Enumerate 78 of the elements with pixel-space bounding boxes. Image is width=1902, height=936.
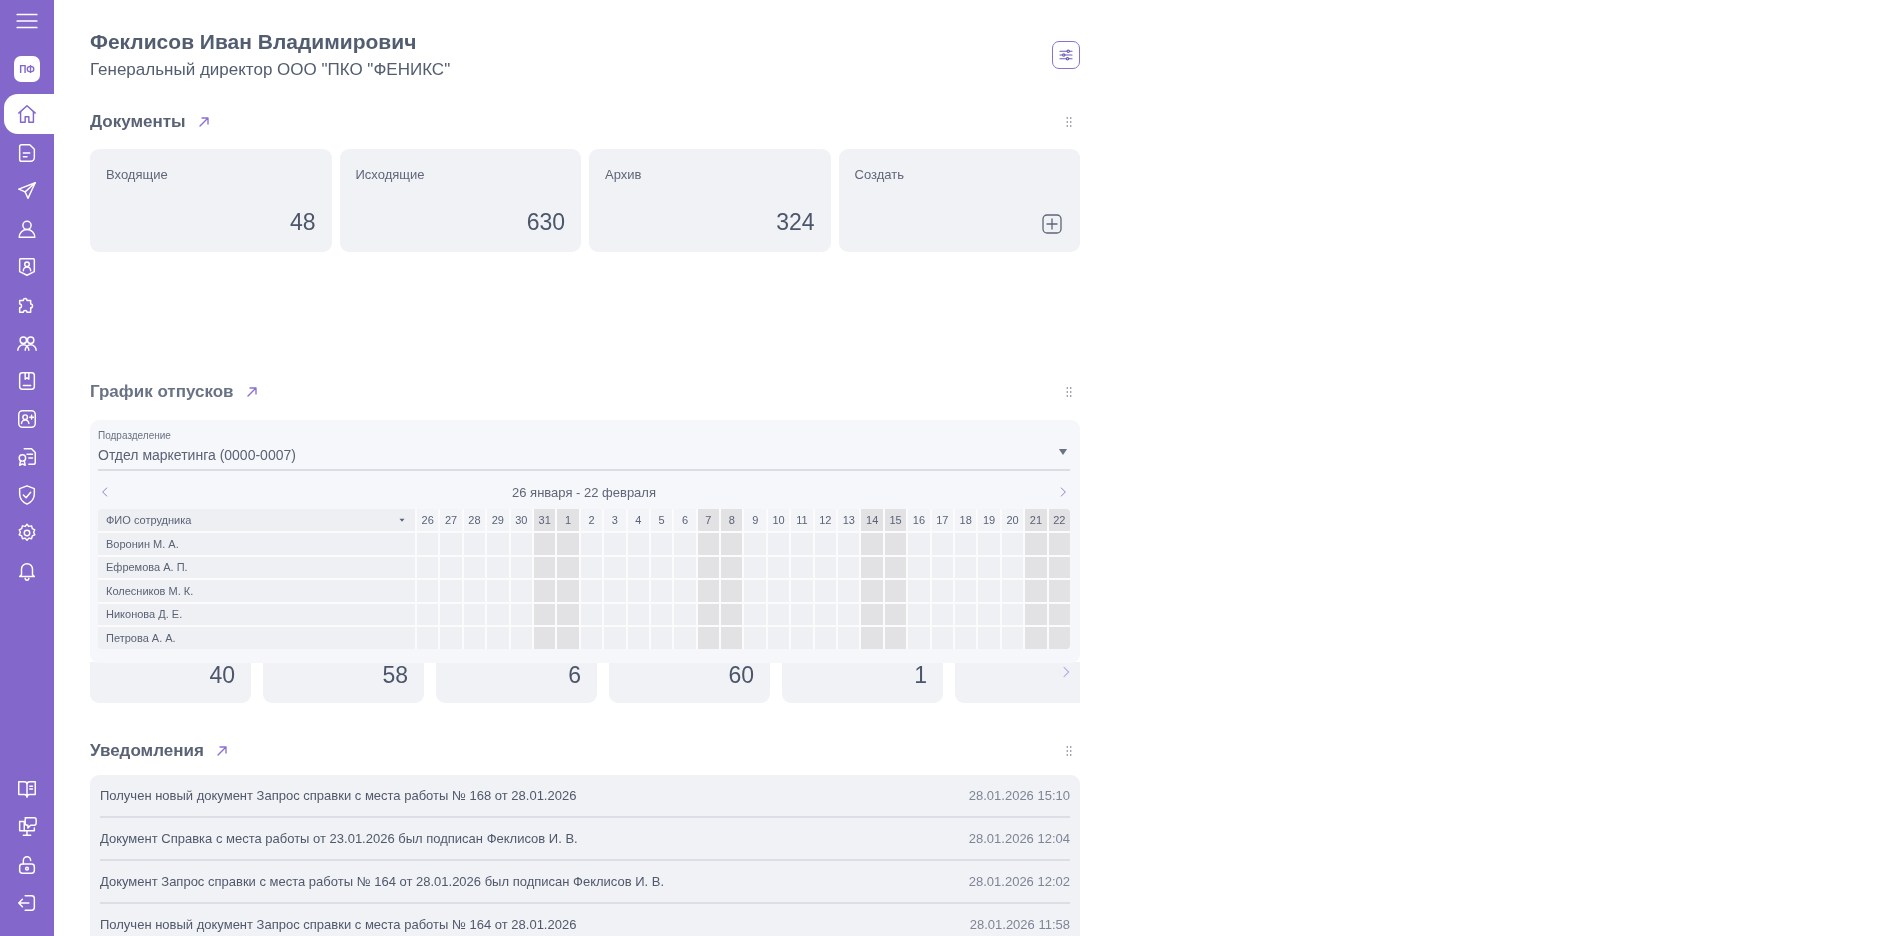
period-label: 26 января - 22 февраля [512,484,656,500]
card-count: 324 [776,209,815,236]
card-count: 60 [728,662,754,689]
employee-name: Петрова А. А. [98,627,415,649]
card-label: Создать [854,167,905,182]
notification-item[interactable]: Документ Запрос справки с места работы № 164 от 28.01.2026 был подписан Феклисов И. В. 28.01.2026 12:02 [100,861,1070,904]
document-card[interactable]: Архив 324 [589,149,831,252]
card-label: Исходящие [355,167,426,182]
day-header: 14 [861,509,883,531]
field-value: Отдел маркетинга (0000-0007) [98,447,296,463]
card-count: 40 [209,662,235,689]
notification-time: 28.01.2026 11:58 [969,917,1070,932]
day-header: 13 [838,509,860,531]
day-header: 20 [1001,509,1024,531]
notification-text: Документ Запрос справки с места работы № 164 от 28.01.2026 был подписан Феклисов И. В. [100,874,665,889]
day-header: 27 [440,509,462,531]
user-card[interactable]: 6 [436,662,597,703]
day-header: 18 [955,509,977,531]
day-header: 2 [580,509,603,531]
employee-name: Никонова Д. Е. [98,603,415,625]
department-select[interactable]: Подразделение Отдел маркетинга (0000-0007) [98,430,1070,471]
notification-text: Документ Справка с места работы от 23.01.2026 был подписан Феклисов И. В. [100,831,578,846]
user-card[interactable]: 60 [609,662,770,703]
notification-text: Получен новый документ Запрос справки с места работы № 168 от 28.01.2026 [100,788,577,803]
day-header: 19 [978,509,1000,531]
user-name: Феклисов Иван Владимирович [90,30,418,54]
section-title: Документы [90,112,186,132]
logo: ПФ [14,56,40,82]
card-count: 58 [382,662,408,689]
day-header: 9 [744,509,766,531]
field-label: Подразделение [98,430,172,441]
user-card[interactable]: 58 [263,662,424,703]
user-card[interactable]: 40 [90,662,251,703]
notification-time: 28.01.2026 15:10 [968,788,1070,803]
day-header: 31 [533,509,556,531]
notification-time: 28.01.2026 12:04 [968,831,1070,846]
notification-item[interactable]: Получен новый документ Запрос справки с места работы № 164 от 28.01.2026 28.01.2026 11:58 [100,904,1070,936]
day-header: 17 [931,509,954,531]
card-count: 6 [568,662,581,689]
day-header: 12 [814,509,837,531]
notification-item[interactable]: Документ Справка с места работы от 23.01.2026 был подписан Феклисов И. В. 28.01.2026 12:04 [100,818,1070,861]
day-header: 3 [604,509,626,531]
column-header[interactable]: ФИО сотрудника [98,509,415,531]
card-label: Архив [605,167,643,182]
day-header: 5 [650,509,673,531]
day-header: 28 [463,509,486,531]
day-header: 8 [721,509,743,531]
employee-name: Воронин М. А. [98,533,415,555]
day-header: 30 [510,509,532,531]
day-header: 16 [908,509,930,531]
document-card[interactable]: Создать [838,149,1080,252]
day-header: 21 [1025,509,1047,531]
day-header: 10 [767,509,790,531]
card-count: 1 [914,662,927,689]
employee-name: Колесников М. К. [98,580,415,602]
column-title: ФИО сотрудника [106,514,192,526]
day-header: 11 [791,509,813,531]
card-count: 630 [526,209,565,236]
notification-time: 28.01.2026 12:02 [968,874,1070,889]
card-count: 48 [289,209,316,236]
day-header: 26 [417,509,439,531]
day-header: 7 [697,509,720,531]
section-title: График отпусков [90,382,234,402]
section-title: Уведомления [90,741,204,761]
notification-text: Получен новый документ Запрос справки с места работы № 164 от 28.01.2026 [100,917,577,932]
notification-item[interactable]: Получен новый документ Запрос справки с места работы № 168 от 28.01.2026 28.01.2026 15:10 [100,775,1070,818]
day-header: 15 [884,509,907,531]
day-header: 1 [557,509,579,531]
user-card[interactable]: 1 [782,662,943,703]
employee-name: Ефремова А. П. [98,556,415,578]
document-card[interactable]: Исходящие 630 [339,149,581,252]
day-header: 6 [674,509,696,531]
day-header: 29 [487,509,509,531]
day-header: 22 [1048,509,1070,531]
user-position: Генеральный директор ООО "ПКО "ФЕНИКС" [90,60,451,80]
day-header: 4 [627,509,649,531]
document-card[interactable]: Входящие 48 [90,149,332,252]
card-label: Входящие [106,167,169,182]
